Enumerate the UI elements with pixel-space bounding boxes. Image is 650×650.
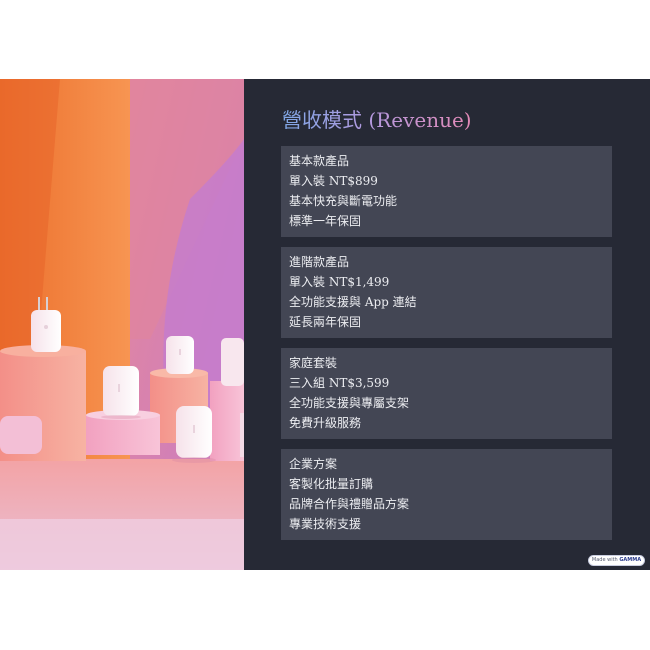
card-order: 客製化批量訂購 <box>289 477 374 491</box>
badge-prefix: Made with <box>591 557 618 563</box>
revenue-card-enterprise: 企業方案 客製化批量訂購 品牌合作與禮贈品方案 專業技術支援 <box>281 449 612 540</box>
page-title: 營收模式 (Revenue) <box>282 105 472 135</box>
revenue-content: 營收模式 (Revenue) 基本款產品 單入裝 NT$899 基本快充與斷電功… <box>244 79 650 570</box>
card-price: 單入裝 NT$1,499 <box>289 275 390 289</box>
card-warranty: 標準一年保固 <box>289 214 362 228</box>
card-service: 免費升級服務 <box>289 416 362 430</box>
card-feature: 基本快充與斷電功能 <box>289 194 398 208</box>
card-price: 三入組 NT$3,599 <box>289 376 390 390</box>
card-price: 單入裝 NT$899 <box>289 174 378 188</box>
card-heading: 進階款產品 <box>289 255 350 269</box>
slide: 營收模式 (Revenue) 基本款產品 單入裝 NT$899 基本快充與斷電功… <box>0 79 650 570</box>
card-support: 專業技術支援 <box>289 517 362 531</box>
charger-products-illustration <box>0 79 244 570</box>
revenue-card-advanced: 進階款產品 單入裝 NT$1,499 全功能支援與 App 連結 延長兩年保固 <box>281 247 612 338</box>
made-with-gamma-badge[interactable]: Made with GAMMA <box>588 555 645 566</box>
revenue-card-basic: 基本款產品 單入裝 NT$899 基本快充與斷電功能 標準一年保固 <box>281 146 612 237</box>
card-partnership: 品牌合作與禮贈品方案 <box>289 497 410 511</box>
badge-brand: GAMMA <box>619 557 642 563</box>
card-warranty: 延長兩年保固 <box>289 315 362 329</box>
revenue-card-family: 家庭套裝 三入組 NT$3,599 全功能支援與專屬支架 免費升級服務 <box>281 348 612 439</box>
card-heading: 家庭套裝 <box>289 356 338 370</box>
card-feature: 全功能支援與 App 連結 <box>289 295 417 309</box>
product-illustration <box>0 79 244 570</box>
card-heading: 基本款產品 <box>289 154 350 168</box>
card-heading: 企業方案 <box>289 457 338 471</box>
card-feature: 全功能支援與專屬支架 <box>289 396 410 410</box>
